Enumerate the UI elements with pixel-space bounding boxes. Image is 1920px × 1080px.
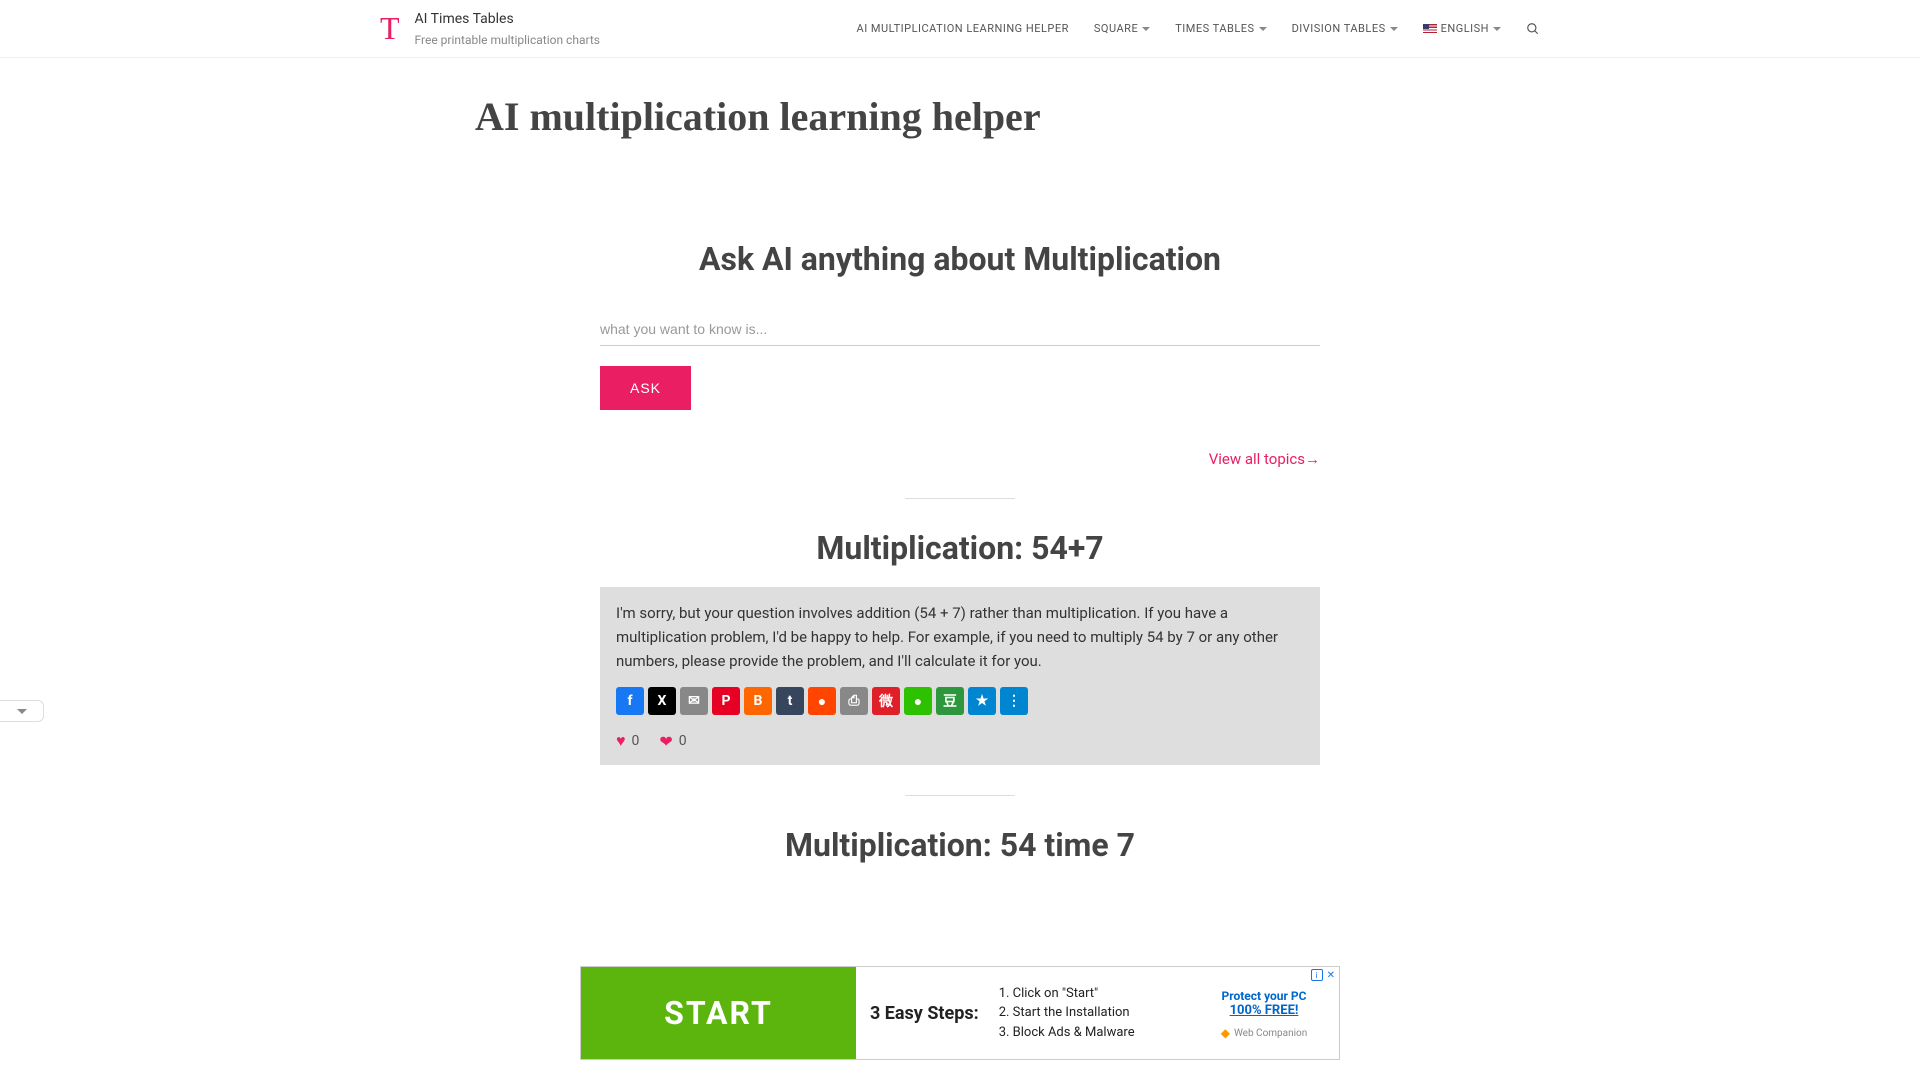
douban-icon[interactable]: 豆 bbox=[936, 687, 964, 715]
header-inner: T AI Times Tables Free printable multipl… bbox=[360, 10, 1560, 47]
heart-icon: ♥ bbox=[616, 731, 626, 751]
topic-2-title: Multiplication: 54 time 7 bbox=[600, 826, 1320, 864]
ad-close-icon[interactable]: ✕ bbox=[1327, 970, 1335, 981]
ad-banner[interactable]: START 3 Easy Steps: 1. Click on "Start" … bbox=[580, 966, 1340, 1060]
pinterest-icon[interactable]: P bbox=[712, 687, 740, 715]
chevron-down-icon bbox=[1390, 27, 1398, 31]
ad-step-1: 1. Click on "Start" bbox=[999, 984, 1135, 1004]
ad-free-text: 100% FREE! bbox=[1197, 1003, 1331, 1018]
reactions-row: ♥ 0 ❤ 0 bbox=[616, 731, 1304, 751]
nav-language[interactable]: ENGLISH bbox=[1423, 22, 1501, 35]
ask-input[interactable] bbox=[600, 313, 1320, 346]
logo-text-block: AI Times Tables Free printable multiplic… bbox=[415, 11, 600, 47]
site-tagline: Free printable multiplication charts bbox=[415, 33, 600, 47]
answer-text: I'm sorry, but your question involves ad… bbox=[616, 601, 1304, 673]
ad-protect-text: Protect your PC bbox=[1197, 989, 1331, 1003]
ad-steps: 3 Easy Steps: 1. Click on "Start" 2. Sta… bbox=[856, 967, 1189, 1059]
reddit-icon[interactable]: ● bbox=[808, 687, 836, 715]
share-icon[interactable]: ⋮ bbox=[1000, 687, 1028, 715]
chevron-down-icon bbox=[1142, 27, 1150, 31]
print-icon[interactable]: ⎙ bbox=[840, 687, 868, 715]
main-nav: AI MULTIPLICATION LEARNING HELPER SQUARE… bbox=[857, 22, 1540, 36]
share-row: f X ✉ P B t ● ⎙ 微 ● 豆 ★ ⋮ bbox=[616, 687, 1304, 715]
page-title: AI multiplication learning helper bbox=[475, 93, 1320, 140]
nav-square[interactable]: SQUARE bbox=[1094, 22, 1150, 35]
divider bbox=[905, 498, 1015, 499]
like-count: 0 bbox=[632, 733, 640, 749]
weibo-icon[interactable]: 微 bbox=[872, 687, 900, 715]
nav-division-label: DIVISION TABLES bbox=[1292, 22, 1386, 35]
ask-button[interactable]: ASK bbox=[600, 366, 691, 410]
site-title: AI Times Tables bbox=[415, 11, 600, 27]
nav-times[interactable]: TIMES TABLES bbox=[1175, 22, 1266, 35]
ad-start-button[interactable]: START bbox=[581, 967, 856, 1059]
search-icon[interactable] bbox=[1526, 22, 1540, 36]
email-icon[interactable]: ✉ bbox=[680, 687, 708, 715]
ad-step-3: 3. Block Ads & Malware bbox=[999, 1023, 1135, 1043]
ad-info-icon[interactable]: i bbox=[1311, 969, 1323, 981]
love-count: 0 bbox=[679, 733, 687, 749]
nav-times-label: TIMES TABLES bbox=[1175, 22, 1254, 35]
ad-steps-title: 3 Easy Steps: bbox=[870, 1003, 979, 1024]
nav-division[interactable]: DIVISION TABLES bbox=[1292, 22, 1398, 35]
chevron-down-icon bbox=[1259, 27, 1267, 31]
logo-icon: T bbox=[380, 10, 400, 47]
ad-step-2: 2. Start the Installation bbox=[999, 1003, 1135, 1023]
us-flag-icon bbox=[1423, 24, 1437, 34]
nav-square-label: SQUARE bbox=[1094, 22, 1138, 35]
collapse-tab[interactable] bbox=[0, 700, 44, 722]
ad-steps-list: 1. Click on "Start" 2. Start the Install… bbox=[999, 984, 1135, 1043]
ad-brand-label: Web Companion bbox=[1234, 1028, 1307, 1039]
ad-brand-icon: ◆ bbox=[1221, 1026, 1230, 1040]
ad-right: i ✕ Protect your PC 100% FREE! ◆ Web Com… bbox=[1189, 967, 1339, 1059]
nav-helper[interactable]: AI MULTIPLICATION LEARNING HELPER bbox=[857, 22, 1069, 35]
x-twitter-icon[interactable]: X bbox=[648, 687, 676, 715]
like-reaction[interactable]: ♥ 0 bbox=[616, 731, 639, 751]
heartbeat-icon: ❤ bbox=[659, 732, 672, 751]
chevron-down-icon bbox=[17, 709, 27, 714]
site-header: T AI Times Tables Free printable multipl… bbox=[0, 0, 1920, 58]
main-content: AI multiplication learning helper Ask AI… bbox=[580, 93, 1340, 864]
facebook-icon[interactable]: f bbox=[616, 687, 644, 715]
blogger-icon[interactable]: B bbox=[744, 687, 772, 715]
love-reaction[interactable]: ❤ 0 bbox=[659, 732, 686, 751]
ad-brand: ◆ Web Companion bbox=[1197, 1026, 1331, 1040]
wechat-icon[interactable]: ● bbox=[904, 687, 932, 715]
qzone-icon[interactable]: ★ bbox=[968, 687, 996, 715]
ad-close-row: i ✕ bbox=[1311, 969, 1335, 981]
ask-heading: Ask AI anything about Multiplication bbox=[600, 240, 1320, 278]
answer-box: I'm sorry, but your question involves ad… bbox=[600, 587, 1320, 765]
chevron-down-icon bbox=[1493, 27, 1501, 31]
view-all-topics-link[interactable]: View all topics→ bbox=[600, 450, 1320, 468]
divider bbox=[905, 795, 1015, 796]
logo-area[interactable]: T AI Times Tables Free printable multipl… bbox=[380, 10, 600, 47]
topic-1-title: Multiplication: 54+7 bbox=[600, 529, 1320, 567]
nav-language-label: ENGLISH bbox=[1441, 22, 1489, 35]
tumblr-icon[interactable]: t bbox=[776, 687, 804, 715]
